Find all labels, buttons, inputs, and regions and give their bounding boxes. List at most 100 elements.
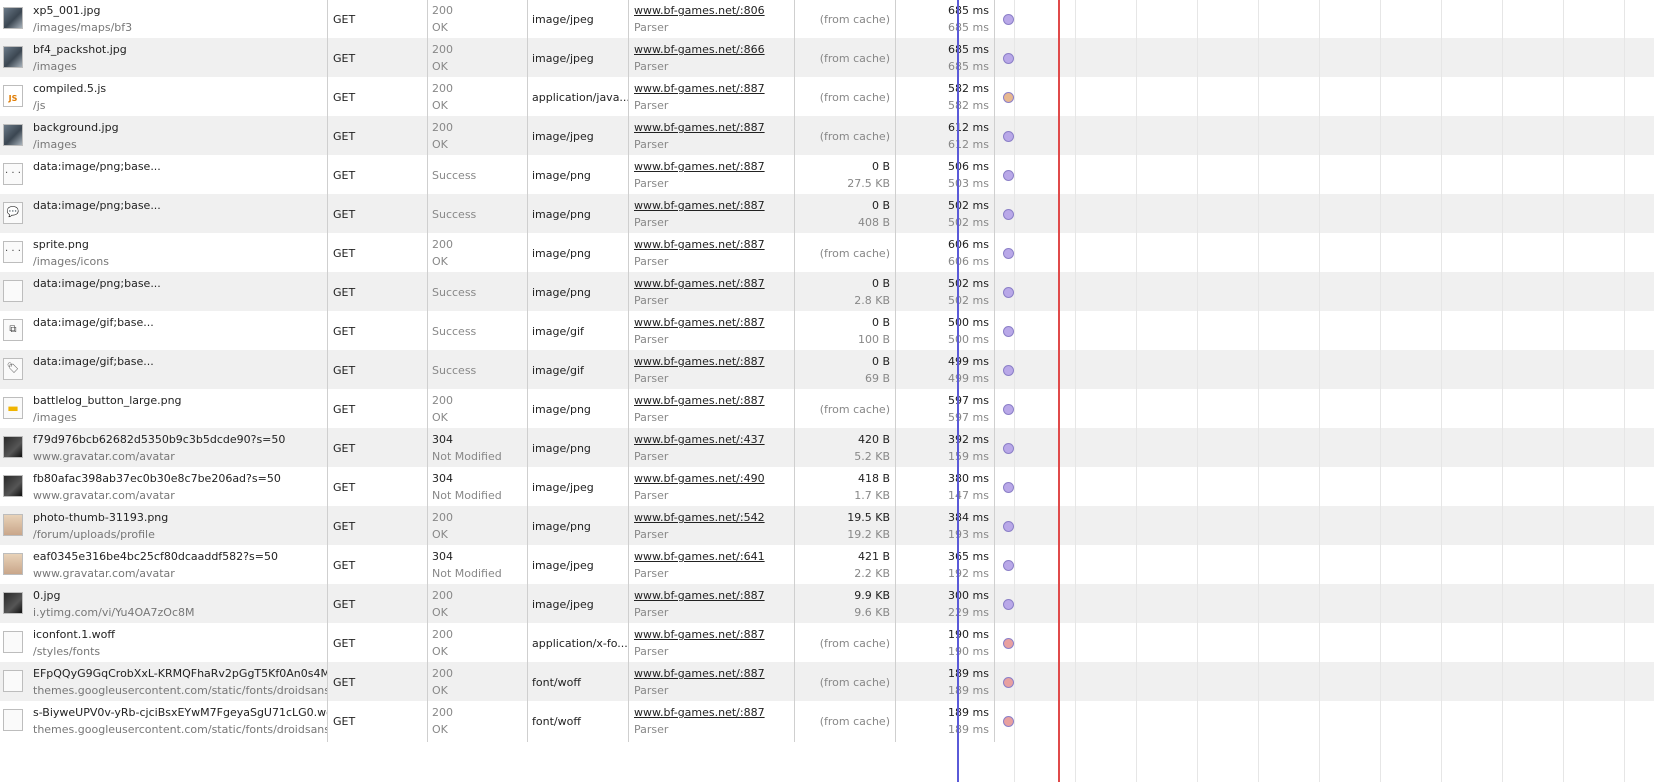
- initiator-link[interactable]: www.bf-games.net/:887: [634, 121, 765, 134]
- status-cell: 200 OK: [428, 701, 528, 742]
- initiator-link[interactable]: www.bf-games.net/:887: [634, 589, 765, 602]
- initiator-link[interactable]: www.bf-games.net/:641: [634, 550, 765, 563]
- name-cell[interactable]: s-BiyweUPV0v-yRb-cjciBsxEYwM7FgeyaSgU71c…: [0, 701, 328, 742]
- request-row[interactable]: f79d976bcb62682d5350b9c3b5dcde90?s=50 www…: [0, 428, 1654, 469]
- request-name: xp5_001.jpg: [33, 4, 101, 17]
- timeline-marker[interactable]: [1003, 599, 1014, 610]
- initiator-link[interactable]: www.bf-games.net/:887: [634, 667, 765, 680]
- timeline-gridline: [1502, 0, 1503, 782]
- name-cell[interactable]: · · · data:image/png;base...: [0, 155, 328, 196]
- name-cell[interactable]: · · · sprite.png/images/icons: [0, 233, 328, 274]
- latency: 500 ms: [948, 333, 989, 346]
- name-cell[interactable]: 💬 data:image/png;base...: [0, 194, 328, 235]
- status-text: OK: [432, 645, 448, 658]
- timeline-marker[interactable]: [1003, 560, 1014, 571]
- timeline-marker[interactable]: [1003, 521, 1014, 532]
- name-cell[interactable]: JS compiled.5.js/js: [0, 77, 328, 118]
- initiator-link[interactable]: www.bf-games.net/:542: [634, 511, 765, 524]
- request-row[interactable]: ⧉ data:image/gif;base... GET Success image/g…: [0, 311, 1654, 352]
- method-cell: GET: [328, 389, 428, 430]
- latency: 502 ms: [948, 294, 989, 307]
- initiator-link[interactable]: www.bf-games.net/:866: [634, 43, 765, 56]
- request-row[interactable]: · · · sprite.png/images/icons GET 200 OK imag…: [0, 233, 1654, 274]
- name-cell[interactable]: 🏷 data:image/gif;base...: [0, 350, 328, 391]
- request-row[interactable]: EFpQQyG9GqCrobXxL-KRMQFhaRv2pGgT5Kf0An0s…: [0, 662, 1654, 703]
- initiator-link[interactable]: www.bf-games.net/:887: [634, 160, 765, 173]
- request-row[interactable]: JS compiled.5.js/js GET 200 OK application/ja…: [0, 77, 1654, 118]
- timeline-marker[interactable]: [1003, 287, 1014, 298]
- name-cell[interactable]: background.jpg/images: [0, 116, 328, 157]
- initiator-link[interactable]: www.bf-games.net/:887: [634, 355, 765, 368]
- request-row[interactable]: s-BiyweUPV0v-yRb-cjciBsxEYwM7FgeyaSgU71c…: [0, 701, 1654, 742]
- name-cell[interactable]: EFpQQyG9GqCrobXxL-KRMQFhaRv2pGgT5Kf0An0s…: [0, 662, 328, 703]
- transfer-size: 0 B: [871, 160, 890, 173]
- request-row[interactable]: · · · data:image/png;base... GET Success ima…: [0, 155, 1654, 196]
- timeline-marker[interactable]: [1003, 638, 1014, 649]
- name-cell[interactable]: ▬ battlelog_button_large.png/images: [0, 389, 328, 430]
- timeline-marker[interactable]: [1003, 170, 1014, 181]
- initiator-cell: www.bf-games.net/:641 Parser: [629, 545, 795, 586]
- name-cell[interactable]: eaf0345e316be4bc25cf80dcaaddf582?s=50 www…: [0, 545, 328, 586]
- name-cell[interactable]: fb80afac398ab37ec0b30e8c7be206ad?s=50 www…: [0, 467, 328, 508]
- initiator-link[interactable]: www.bf-games.net/:887: [634, 706, 765, 719]
- name-cell[interactable]: data:image/png;base...: [0, 272, 328, 313]
- latency: 502 ms: [948, 216, 989, 229]
- timeline-cell: [995, 623, 1654, 664]
- status-text: OK: [432, 606, 448, 619]
- photo-thumbnail-icon: [3, 7, 23, 29]
- request-row[interactable]: 0.jpg i.ytimg.com/vi/Yu4OA7zOc8M GET 200 OK i…: [0, 584, 1654, 625]
- name-cell[interactable]: photo-thumb-31193.png/forum/uploads/prof…: [0, 506, 328, 547]
- initiator-link[interactable]: www.bf-games.net/:887: [634, 82, 765, 95]
- initiator-link[interactable]: www.bf-games.net/:887: [634, 628, 765, 641]
- request-row[interactable]: fb80afac398ab37ec0b30e8c7be206ad?s=50 www…: [0, 467, 1654, 508]
- timeline-cell: [995, 467, 1654, 508]
- request-row[interactable]: 💬 data:image/png;base... GET Success image/p…: [0, 194, 1654, 235]
- transfer-size: 418 B: [857, 472, 890, 485]
- request-row[interactable]: background.jpg/images GET 200 OK image/jpeg w…: [0, 116, 1654, 157]
- timeline-marker[interactable]: [1003, 482, 1014, 493]
- initiator-link[interactable]: www.bf-games.net/:887: [634, 316, 765, 329]
- face-thumbnail-icon: [3, 514, 23, 536]
- timeline-marker[interactable]: [1003, 326, 1014, 337]
- request-row[interactable]: bf4_packshot.jpg/images GET 200 OK image/jpe…: [0, 38, 1654, 79]
- timeline-marker[interactable]: [1003, 404, 1014, 415]
- initiator-cell: www.bf-games.net/:887 Parser: [629, 662, 795, 703]
- initiator-link[interactable]: www.bf-games.net/:887: [634, 199, 765, 212]
- timeline-marker[interactable]: [1003, 443, 1014, 454]
- name-cell[interactable]: iconfont.1.woff/styles/fonts: [0, 623, 328, 664]
- request-row[interactable]: iconfont.1.woff/styles/fonts GET 200 OK appl…: [0, 623, 1654, 664]
- timeline-marker[interactable]: [1003, 14, 1014, 25]
- name-cell[interactable]: bf4_packshot.jpg/images: [0, 38, 328, 79]
- initiator-type: Parser: [634, 99, 669, 112]
- initiator-link[interactable]: www.bf-games.net/:490: [634, 472, 765, 485]
- timeline-gridline: [1014, 0, 1015, 782]
- latency: 612 ms: [948, 138, 989, 151]
- size-cell: 19.5 KB 19.2 KB: [795, 506, 896, 547]
- request-row[interactable]: xp5_001.jpg/images/maps/bf3 GET 200 OK image…: [0, 0, 1654, 40]
- request-row[interactable]: data:image/png;base... GET Success image/pn…: [0, 272, 1654, 313]
- initiator-link[interactable]: www.bf-games.net/:437: [634, 433, 765, 446]
- request-row[interactable]: photo-thumb-31193.png/forum/uploads/prof…: [0, 506, 1654, 547]
- timeline-marker[interactable]: [1003, 53, 1014, 64]
- name-cell[interactable]: xp5_001.jpg/images/maps/bf3: [0, 0, 328, 40]
- time-cell: 502 ms 502 ms: [896, 272, 995, 313]
- request-row[interactable]: ▬ battlelog_button_large.png/images GET 200…: [0, 389, 1654, 430]
- request-row[interactable]: 🏷 data:image/gif;base... GET Success image/g…: [0, 350, 1654, 391]
- timeline-marker[interactable]: [1003, 677, 1014, 688]
- timeline-marker[interactable]: [1003, 131, 1014, 142]
- timeline-marker[interactable]: [1003, 248, 1014, 259]
- initiator-link[interactable]: www.bf-games.net/:887: [634, 277, 765, 290]
- name-cell[interactable]: f79d976bcb62682d5350b9c3b5dcde90?s=50 www…: [0, 428, 328, 469]
- initiator-link[interactable]: www.bf-games.net/:887: [634, 394, 765, 407]
- timeline-marker[interactable]: [1003, 92, 1014, 103]
- request-row[interactable]: eaf0345e316be4bc25cf80dcaaddf582?s=50 www…: [0, 545, 1654, 586]
- type-cell: application/x-fo...: [528, 623, 629, 664]
- timeline-marker[interactable]: [1003, 716, 1014, 727]
- name-cell[interactable]: ⧉ data:image/gif;base...: [0, 311, 328, 352]
- name-cell[interactable]: 0.jpg i.ytimg.com/vi/Yu4OA7zOc8M: [0, 584, 328, 625]
- timeline-marker[interactable]: [1003, 365, 1014, 376]
- timeline-marker[interactable]: [1003, 209, 1014, 220]
- initiator-link[interactable]: www.bf-games.net/:887: [634, 238, 765, 251]
- status-code: 200: [432, 511, 453, 524]
- initiator-link[interactable]: www.bf-games.net/:806: [634, 4, 765, 17]
